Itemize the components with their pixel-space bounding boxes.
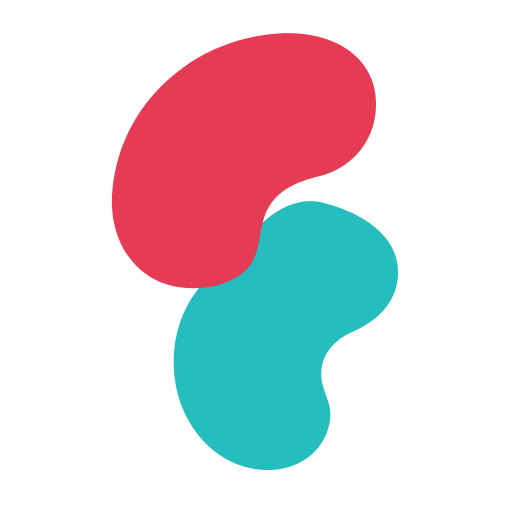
bean-logo-icon [111, 33, 398, 470]
app-icon-canvas [0, 0, 512, 512]
